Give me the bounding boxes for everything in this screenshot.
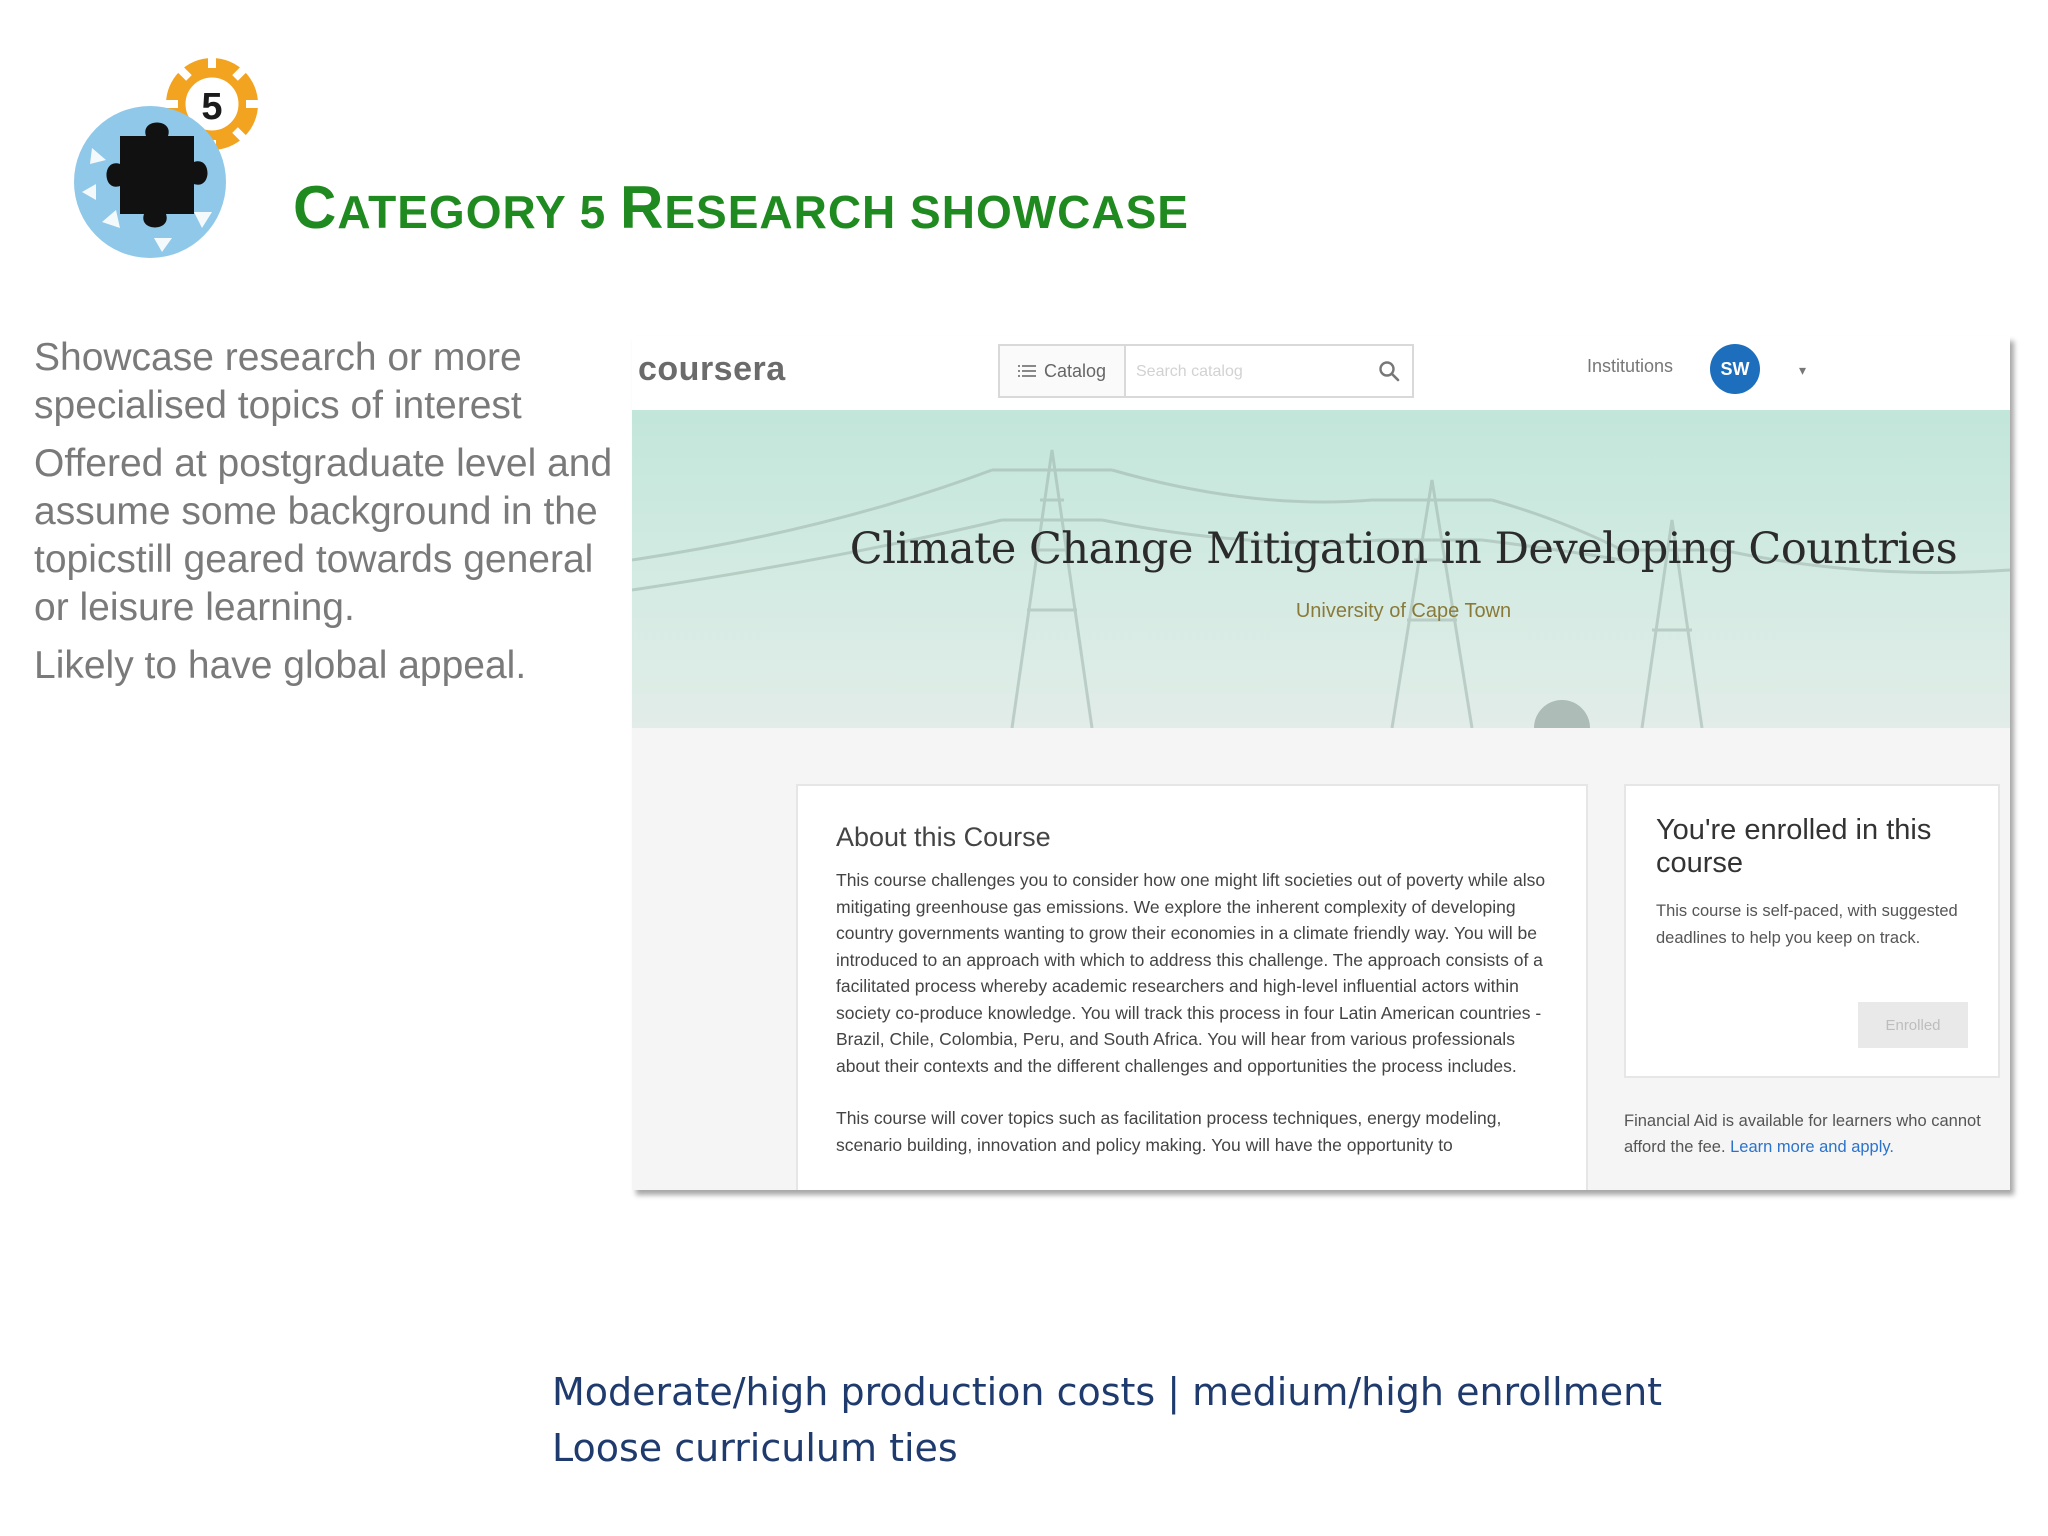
bullet-item: Showcase research or more specialised to… (34, 336, 522, 427)
user-avatar[interactable]: SW (1710, 344, 1760, 394)
learn-more-apply-link[interactable]: Learn more and apply. (1730, 1138, 1894, 1156)
bullet-item: Likely to have global appeal. (34, 644, 527, 687)
slide-title: CATEGORY 5 RESEARCH SHOWCASE (293, 178, 1189, 238)
coursera-course-screenshot: coursera Catalog Institutions SW ▾ (632, 336, 2010, 1190)
title-initial-c: C (293, 174, 338, 241)
summary-line: Moderate/high production costs | medium/… (552, 1370, 1663, 1414)
summary-line: Loose curriculum ties (552, 1426, 958, 1470)
enrollment-heading: You're enrolled in this course (1656, 814, 1932, 879)
institutions-link[interactable]: Institutions (1587, 356, 1673, 377)
about-paragraph: This course will cover topics such as fa… (836, 1108, 1502, 1155)
search-icon[interactable] (1378, 360, 1400, 382)
course-title: Climate Change Mitigation in Developing … (849, 524, 1958, 574)
coursera-logo[interactable]: coursera (638, 350, 786, 389)
coursera-header: coursera Catalog Institutions SW ▾ (632, 336, 2010, 410)
about-heading: About this Course (836, 822, 1051, 852)
enrollment-text: This course is self-paced, with suggeste… (1656, 902, 1958, 947)
chevron-down-icon[interactable]: ▾ (1799, 362, 1806, 379)
catalog-search: Catalog (998, 344, 1414, 398)
badge-number: 5 (201, 86, 223, 128)
about-paragraph: This course challenges you to consider h… (836, 870, 1546, 1076)
financial-aid-note: Financial Aid is available for learners … (1624, 1108, 2008, 1160)
search-input[interactable] (1134, 356, 1358, 388)
bullet-item: Offered at postgraduate level and assume… (34, 442, 613, 629)
summary-notes: Moderate/high production costs | medium/… (552, 1364, 1662, 1476)
title-part-2: ESEARCH SHOWCASE (664, 186, 1189, 238)
about-course-card: About this Course This course challenges… (796, 784, 1588, 1190)
enrollment-card: You're enrolled in this course This cour… (1624, 784, 2000, 1078)
avatar-initials: SW (1720, 358, 1750, 379)
title-part-1: ATEGORY 5 (337, 186, 620, 238)
enrolled-button[interactable]: Enrolled (1858, 1002, 1968, 1048)
catalog-label: Catalog (1043, 360, 1107, 381)
bullet-list: Showcase research or more specialised to… (34, 334, 634, 700)
category-5-puzzle-logo (74, 54, 260, 258)
catalog-button[interactable]: Catalog (1000, 346, 1126, 396)
course-banner: Climate Change Mitigation in Developing … (632, 410, 2010, 728)
list-menu-icon (1017, 365, 1036, 377)
title-initial-r: R (620, 174, 665, 241)
university-link[interactable]: University of Cape Town (632, 600, 2010, 623)
